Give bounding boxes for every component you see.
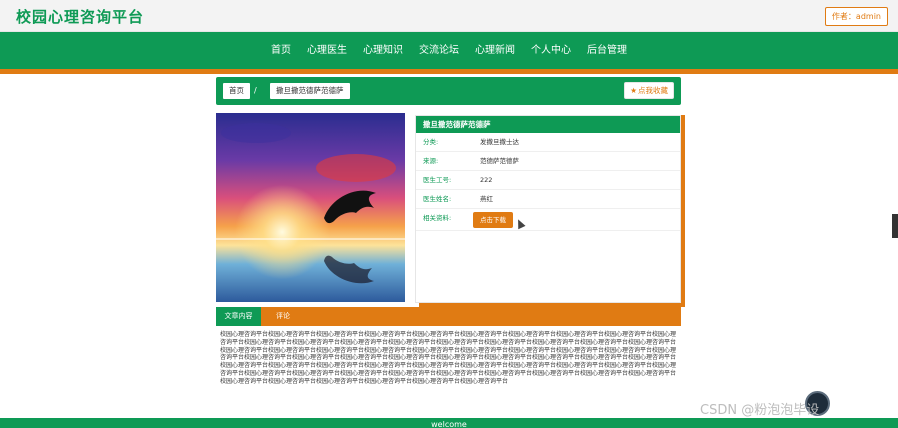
info-row-doctor-id: 医生工号: 222: [416, 171, 680, 190]
info-row-category: 分类: 发撒旦撒士达: [416, 133, 680, 152]
side-scroll-tab[interactable]: [892, 214, 898, 238]
sunset-dolphin-image: [216, 113, 405, 302]
panel-title: 撒旦撒范德萨范德萨: [416, 116, 680, 133]
favorite-button[interactable]: ★点我收藏: [624, 82, 674, 99]
nav-item-knowledge[interactable]: 心理知识: [355, 32, 411, 69]
nav-item-home[interactable]: 首页: [263, 32, 299, 69]
watermark-text: CSDN @粉泡泡毕设: [700, 403, 820, 418]
breadcrumb: 首页 / 撒旦撒范德萨范德萨 ★点我收藏: [216, 77, 681, 105]
field-label: 分类:: [423, 138, 439, 146]
doctor-info-panel: 撒旦撒范德萨范德萨 分类: 发撒旦撒士达 来源: 范德萨范德萨 医生工号: 22…: [415, 115, 681, 303]
nav-item-news[interactable]: 心理新闻: [467, 32, 523, 69]
nav-accent-stripe: [0, 69, 898, 74]
doctor-photo: [216, 113, 405, 302]
field-value: 222: [480, 176, 493, 184]
content-tabs: 文章内容 评论: [216, 307, 681, 326]
field-label: 医生姓名:: [423, 195, 452, 203]
field-label: 医生工号:: [423, 176, 452, 184]
breadcrumb-separator: /: [254, 86, 257, 95]
nav-item-profile[interactable]: 个人中心: [523, 32, 579, 69]
info-row-download: 相关资料: 点击下载: [416, 209, 680, 231]
field-label: 来源:: [423, 157, 439, 165]
mouse-pointer-icon: [514, 217, 526, 230]
field-value: 范德萨范德萨: [480, 157, 519, 165]
download-button[interactable]: 点击下载: [473, 212, 513, 228]
site-title[interactable]: 校园心理咨询平台: [16, 6, 144, 27]
nav-item-forum[interactable]: 交流论坛: [411, 32, 467, 69]
info-row-doctor-name: 医生姓名: 燕红: [416, 190, 680, 209]
nav-item-admin[interactable]: 后台管理: [579, 32, 635, 69]
star-icon: ★: [630, 86, 637, 95]
tab-article[interactable]: 文章内容: [216, 307, 261, 326]
field-label: 相关资料:: [423, 214, 452, 222]
top-header: 校园心理咨询平台 作者：admin: [0, 0, 898, 32]
info-row-source: 来源: 范德萨范德萨: [416, 152, 680, 171]
article-body: 校园心理咨询平台校园心理咨询平台校园心理咨询平台校园心理咨询平台校园心理咨询平台…: [220, 331, 677, 385]
author-badge[interactable]: 作者：admin: [824, 7, 888, 26]
footer: welcome: [0, 418, 898, 428]
tab-comments[interactable]: 评论: [268, 307, 298, 326]
favorite-label: 点我收藏: [638, 86, 668, 95]
nav-item-doctors[interactable]: 心理医生: [299, 32, 355, 69]
main-navigation: 首页 心理医生 心理知识 交流论坛 心理新闻 个人中心 后台管理: [0, 32, 898, 69]
field-value: 发撒旦撒士达: [480, 138, 519, 146]
field-value: 燕红: [480, 195, 493, 203]
breadcrumb-home-link[interactable]: 首页: [223, 83, 250, 99]
breadcrumb-current: 撒旦撒范德萨范德萨: [270, 83, 350, 99]
